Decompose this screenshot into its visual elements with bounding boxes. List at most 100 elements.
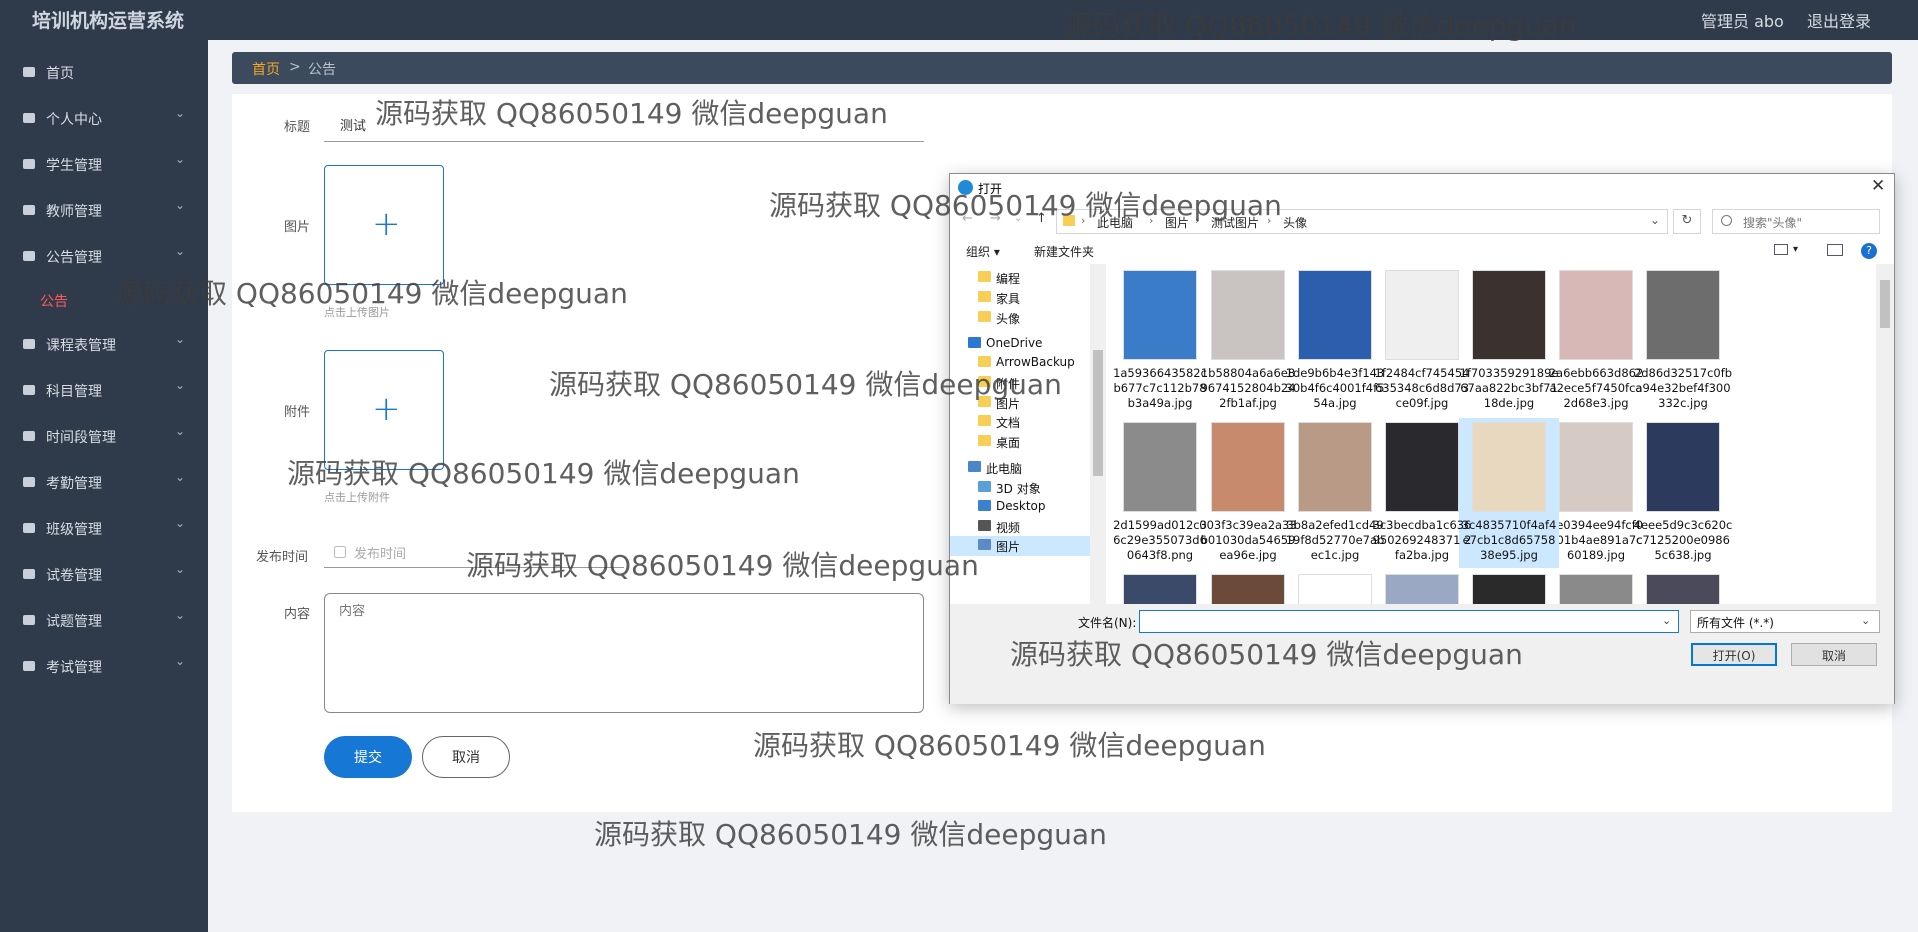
tree-item[interactable]: 桌面 [950, 432, 1090, 452]
title-input[interactable] [324, 108, 924, 142]
tree-item[interactable]: 文档 [950, 412, 1090, 432]
sidebar-item[interactable]: 考试管理 ⌄ [0, 644, 208, 688]
nav-scroll-thumb[interactable] [1093, 350, 1103, 476]
file-item[interactable]: 1de9b6b4e3f14330b4f6c4001f4f554a.jpg [1285, 266, 1385, 416]
tree-item-label: 此电脑 [986, 462, 1023, 476]
tree-item[interactable]: 家具 [950, 288, 1090, 308]
tree-item[interactable]: 3D 对象 [950, 478, 1090, 498]
sidebar-subitem[interactable]: 公告 [0, 278, 208, 322]
dialog-cancel-button[interactable]: 取消 [1791, 643, 1877, 666]
sidebar-item-label: 考试管理 [46, 660, 102, 676]
file-item[interactable]: 3b8a2efed1cd4919f8d52770e7abec1c.jpg [1285, 418, 1385, 568]
sidebar-item[interactable]: 试题管理 ⌄ [0, 598, 208, 642]
chevron-down-icon: ⌄ [175, 424, 186, 438]
image-upload-button[interactable]: + [324, 165, 444, 285]
file-item[interactable] [1110, 570, 1210, 604]
file-item[interactable] [1285, 570, 1385, 604]
file-scrollbar[interactable] [1876, 264, 1894, 604]
dialog-close-button[interactable]: ✕ [1871, 176, 1885, 196]
chevron-down-icon[interactable]: ⌄ [1650, 213, 1660, 227]
file-item[interactable]: 3c3becdba1c636950269248371 2fa2ba.jpg [1372, 418, 1472, 568]
sidebar-item[interactable]: 教师管理 ⌄ [0, 188, 208, 232]
tree-item[interactable]: 头像 [950, 308, 1090, 328]
attachment-upload-button[interactable]: + [324, 350, 444, 470]
file-item[interactable] [1633, 570, 1733, 604]
file-item[interactable]: 1b58804a6a6e89674152804b242fb1af.jpg [1198, 266, 1298, 416]
top-bar: 培训机构运营系统 管理员 abo 退出登录 [0, 0, 1918, 40]
file-item[interactable]: 4eee5d9c3c620cc7125200e09865c638.jpg [1633, 418, 1733, 568]
file-item[interactable]: 3c4835710f4af4e7cb1c8d6575838e95.jpg [1459, 418, 1559, 568]
file-item[interactable]: 1f2484cf745454635348c6d8d73ce09f.jpg [1372, 266, 1472, 416]
crumb-this-pc[interactable]: 此电脑 [1097, 214, 1133, 231]
crumb-test-pictures[interactable]: 测试图片 [1211, 214, 1259, 231]
tree-item-label: 附件 [996, 377, 1021, 391]
sidebar-item[interactable]: 个人中心 ⌄ [0, 96, 208, 140]
logout-link[interactable]: 退出登录 [1807, 8, 1871, 32]
publish-date-picker[interactable]: 发布时间 [324, 538, 624, 568]
chevron-down-icon[interactable]: ⌄ [1662, 614, 1671, 627]
tree-item[interactable]: 附件 [950, 373, 1090, 393]
file-item[interactable]: 3e0394ee94fcf0a01b4ae891a7c60189.jpg [1546, 418, 1646, 568]
tree-item[interactable]: 视频 [950, 517, 1090, 537]
sidebar-item[interactable]: 首页 [0, 50, 208, 94]
refresh-button[interactable]: ↻ [1673, 209, 1701, 234]
tree-item[interactable]: 编程 [950, 268, 1090, 288]
help-icon[interactable]: ? [1861, 243, 1877, 259]
new-folder-button[interactable]: 新建文件夹 [1034, 243, 1094, 260]
file-item[interactable]: 1f70335929189e67aa822bc3bf7118de.jpg [1459, 266, 1559, 416]
content-textarea[interactable] [324, 593, 924, 713]
crumb-avatar[interactable]: 头像 [1283, 214, 1307, 231]
file-item[interactable] [1198, 570, 1298, 604]
address-bar[interactable]: › 此电脑 › 图片 › 测试图片 › 头像 ⌄ [1056, 209, 1668, 234]
sidebar: 首页 个人中心 ⌄ 学生管理 ⌄ 教师管理 ⌄ 公告管理 ⌄ 公告 课程表管理 ⌄ 科目管理 ⌄ 时间段管理… [0, 40, 208, 932]
sidebar-item[interactable]: 考勤管理 ⌄ [0, 460, 208, 504]
image-upload-hint: 点击上传图片 [324, 306, 390, 319]
tree-item[interactable]: 图片 [950, 536, 1090, 556]
file-item[interactable]: 2a6ebb663d862a2ece5f7450fca2d68e3.jpg [1546, 266, 1646, 416]
file-item[interactable]: 2d86d32517c0fba94e32bef4f300332c.jpg [1633, 266, 1733, 416]
cancel-button[interactable]: 取消 [422, 736, 510, 778]
file-item[interactable]: 003f3c39ea2a33b01030da54659ea96e.jpg [1198, 418, 1298, 568]
sidebar-item[interactable]: 时间段管理 ⌄ [0, 414, 208, 458]
file-item[interactable]: 1a5936643582cb677c7c112b78b3a49a.jpg [1110, 266, 1210, 416]
back-icon[interactable]: ← [962, 211, 973, 226]
chevron-down-icon: ⌄ [175, 470, 186, 484]
tree-item[interactable]: 此电脑 [950, 458, 1090, 478]
plus-icon: + [372, 389, 401, 429]
file-item[interactable] [1546, 570, 1646, 604]
sidebar-item[interactable]: 班级管理 ⌄ [0, 506, 208, 550]
tree-item-label: 图片 [996, 540, 1021, 554]
search-box[interactable]: 搜索"头像" [1712, 209, 1880, 234]
file-item[interactable] [1459, 570, 1559, 604]
organize-menu[interactable]: 组织 ▾ [966, 243, 1000, 260]
sidebar-item[interactable]: 试卷管理 ⌄ [0, 552, 208, 596]
breadcrumb-home[interactable]: 首页 [252, 59, 280, 79]
tree-item[interactable]: ArrowBackup [950, 353, 1090, 373]
nav-scrollbar[interactable] [1090, 264, 1106, 604]
chevron-down-icon: ⌄ [175, 332, 186, 346]
view-dropdown-icon[interactable]: ▾ [1793, 244, 1798, 255]
tree-item[interactable]: Desktop [950, 497, 1090, 517]
filetype-select[interactable]: 所有文件 (*.*) ⌄ [1690, 610, 1880, 633]
file-scroll-thumb[interactable] [1880, 280, 1890, 328]
preview-pane-icon[interactable] [1827, 244, 1843, 256]
sidebar-item[interactable]: 课程表管理 ⌄ [0, 322, 208, 366]
tree-item[interactable]: OneDrive [950, 334, 1090, 354]
sidebar-item[interactable]: 学生管理 ⌄ [0, 142, 208, 186]
file-thumbnail [1123, 270, 1197, 360]
submit-button[interactable]: 提交 [324, 736, 412, 778]
file-item[interactable] [1372, 570, 1472, 604]
power-icon [22, 521, 36, 535]
forward-icon[interactable]: → [990, 211, 1001, 226]
file-item[interactable]: 2d1599ad012c36c29e355073d60643f8.png [1110, 418, 1210, 568]
recent-dropdown-icon[interactable]: ⌄ [1014, 213, 1022, 224]
tree-item[interactable]: 图片 [950, 393, 1090, 413]
crumb-pictures[interactable]: 图片 [1165, 214, 1189, 231]
open-button[interactable]: 打开(O) [1691, 643, 1777, 666]
filename-input[interactable]: ⌄ [1139, 610, 1679, 633]
sidebar-item[interactable]: 公告管理 ⌄ [0, 234, 208, 278]
file-thumbnail [1298, 270, 1372, 360]
up-icon[interactable]: ↑ [1036, 211, 1047, 226]
sidebar-item[interactable]: 科目管理 ⌄ [0, 368, 208, 412]
view-icon[interactable] [1774, 244, 1788, 255]
